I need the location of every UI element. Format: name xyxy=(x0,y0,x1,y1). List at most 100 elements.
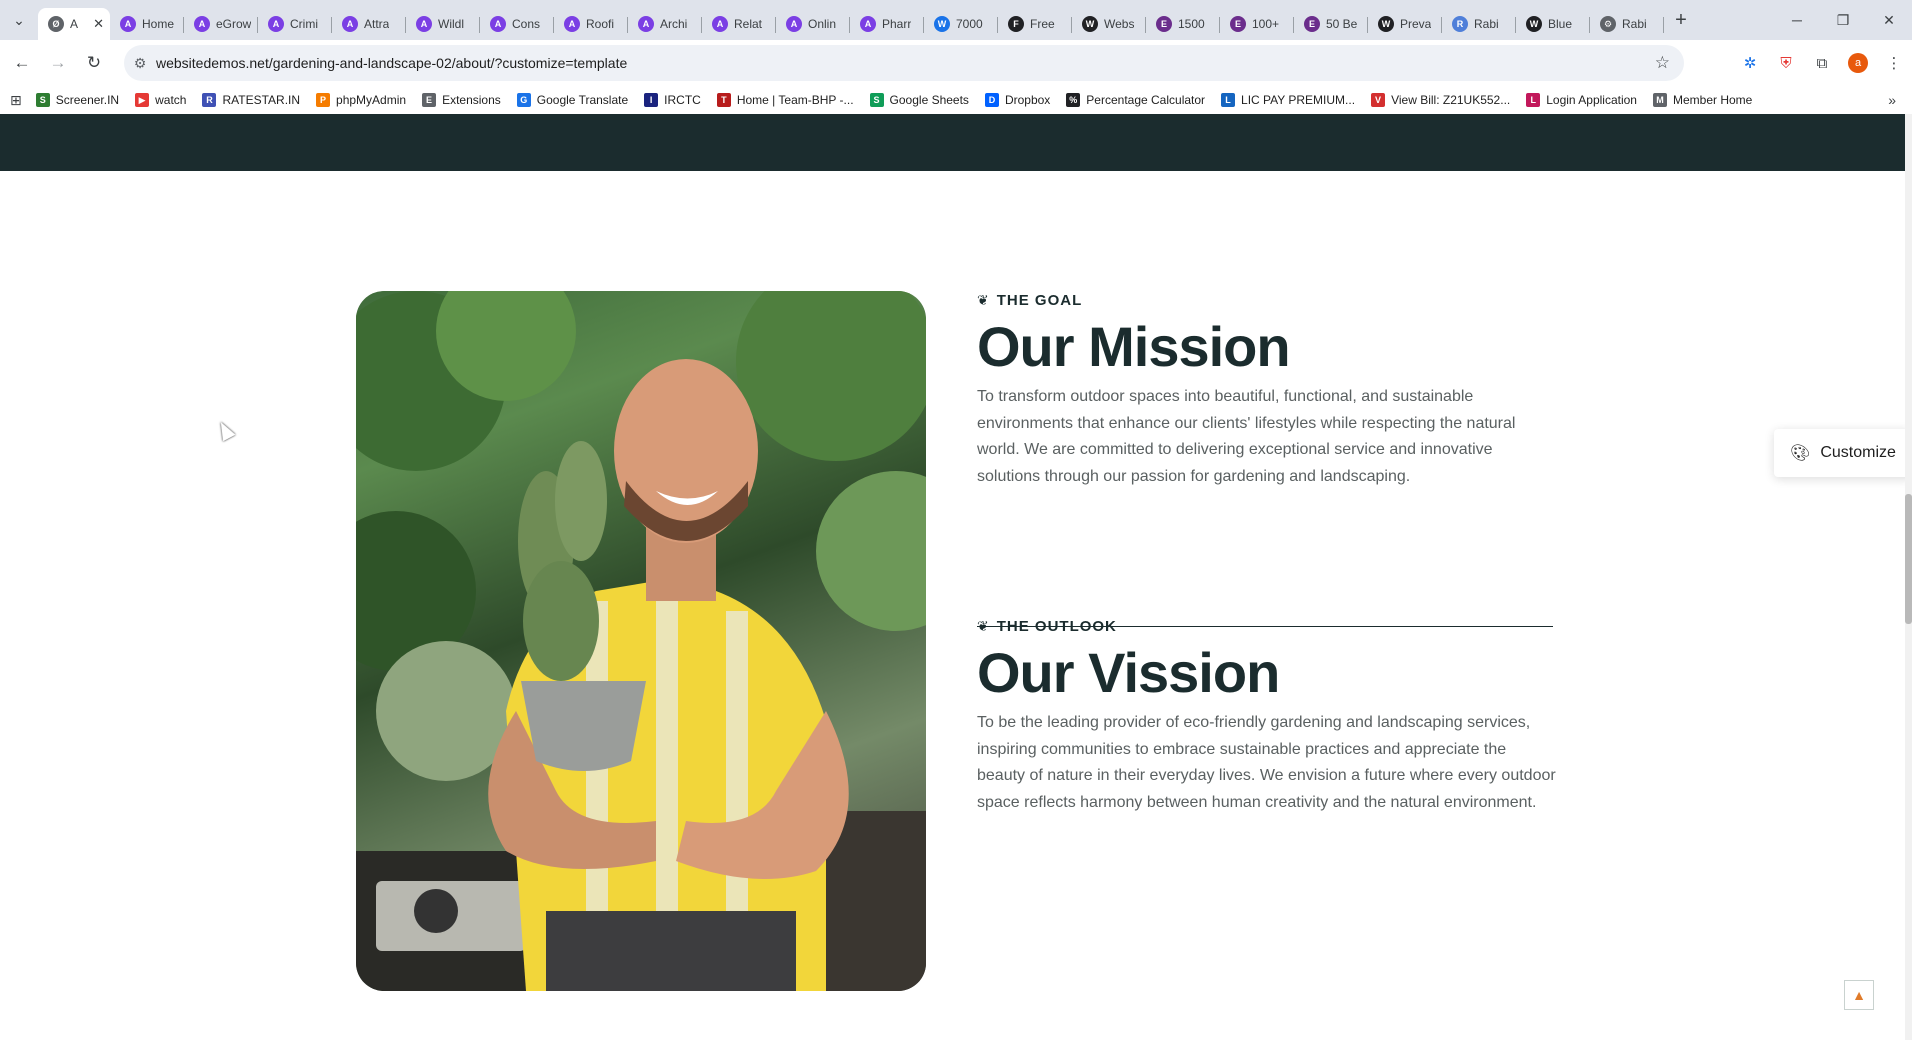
leaf-icon: ❦ xyxy=(977,292,990,308)
bookmark-favicon-icon: L xyxy=(1221,93,1236,107)
tab[interactable]: A Archi xyxy=(628,8,702,40)
goal-kicker-text: THE GOAL xyxy=(996,292,1083,309)
bookmark-label: RATESTAR.IN xyxy=(222,93,301,107)
bookmark-item[interactable]: G Google Translate xyxy=(516,93,628,107)
palette-icon: 🎨︎ xyxy=(1790,445,1811,462)
bookmarks-overflow-icon[interactable]: » xyxy=(1888,92,1896,108)
site-info-icon[interactable]: ⚙ xyxy=(124,55,156,72)
bookmark-favicon-icon: T xyxy=(716,93,731,107)
tab[interactable]: A Home xyxy=(110,8,184,40)
bookmark-item[interactable]: L Login Application xyxy=(1526,93,1637,107)
bookmark-item[interactable]: V View Bill: Z21UK552... xyxy=(1371,93,1510,107)
forward-button[interactable]: → xyxy=(40,45,76,81)
scrollbar-thumb[interactable] xyxy=(1905,494,1912,624)
bookmark-item[interactable]: S Google Sheets xyxy=(869,93,969,107)
page-viewport: ❦ THE GOAL Our Mission To transform outd… xyxy=(0,114,1912,1040)
tab[interactable]: E 100+ xyxy=(1220,8,1294,40)
new-tab-button[interactable]: + xyxy=(1664,0,1698,40)
tab-title: 100+ xyxy=(1252,17,1280,31)
tab[interactable]: A Onlin xyxy=(776,8,850,40)
tab[interactable]: A Pharr xyxy=(850,8,924,40)
bookmark-item[interactable]: D Dropbox xyxy=(984,93,1050,107)
gardener-photo xyxy=(356,291,926,991)
bookmark-item[interactable]: PphpMyAdmin xyxy=(316,93,406,107)
bookmark-favicon-icon: S xyxy=(869,93,884,107)
profile-avatar[interactable]: a xyxy=(1848,53,1868,73)
tab-favicon-icon: A xyxy=(342,16,358,32)
bookmark-item[interactable]: R RATESTAR.IN xyxy=(202,93,300,107)
bookmark-label: Screener.IN xyxy=(55,93,120,107)
tab[interactable]: W Preva xyxy=(1368,8,1442,40)
header-band xyxy=(0,114,1905,171)
tab[interactable]: A Cons xyxy=(480,8,554,40)
bookmark-favicon-icon: R xyxy=(202,93,217,107)
tab-favicon-icon: E xyxy=(1304,16,1320,32)
restore-icon[interactable]: ❐ xyxy=(1820,0,1866,40)
apps-grid-icon[interactable]: ⊞ xyxy=(10,92,22,109)
tab[interactable]: W 7000 xyxy=(924,8,998,40)
tab-favicon-icon: Ø xyxy=(48,16,64,32)
tab[interactable]: W Webs xyxy=(1072,8,1146,40)
tab[interactable]: E 50 Be xyxy=(1294,8,1368,40)
back-button[interactable]: ← xyxy=(4,45,40,81)
tab-favicon-icon: R xyxy=(1452,16,1468,32)
address-bar[interactable]: ⚙ websitedemos.net/gardening-and-landsca… xyxy=(124,45,1684,81)
tab[interactable]: A Relat xyxy=(702,8,776,40)
bookmark-item[interactable]: ▶ watch xyxy=(135,93,186,107)
mission-text: To transform outdoor spaces into beautif… xyxy=(977,388,1516,485)
close-window-icon[interactable]: ✕ xyxy=(1866,0,1912,40)
reload-button[interactable]: ↻ xyxy=(76,45,112,81)
tab-title: A xyxy=(70,17,79,31)
tab[interactable]: AeGrow xyxy=(184,8,258,40)
tab[interactable]: F Free xyxy=(998,8,1072,40)
tab-close-icon[interactable]: ✕ xyxy=(93,16,104,32)
tab[interactable]: A Wildl xyxy=(406,8,480,40)
bookmark-label: Percentage Calculator xyxy=(1086,93,1206,107)
tab[interactable]: A Crimi xyxy=(258,8,332,40)
url-text[interactable]: websitedemos.net/gardening-and-landscape… xyxy=(156,55,627,71)
tab[interactable]: E 1500 xyxy=(1146,8,1220,40)
page-scrollbar[interactable] xyxy=(1905,114,1912,1040)
extension-icon[interactable]: ✲ xyxy=(1732,48,1768,78)
bookmark-item[interactable]: L LIC PAY PREMIUM... xyxy=(1221,93,1355,107)
tab[interactable]: R Rabi xyxy=(1442,8,1516,40)
tab[interactable]: A Roofi xyxy=(554,8,628,40)
tab-title: eGrow xyxy=(216,17,252,31)
minimize-icon[interactable]: ─ xyxy=(1774,0,1820,40)
tab-favicon-icon: F xyxy=(1008,16,1024,32)
tab-strip: ⌄ Ø A ✕ A Home AeGrow A Crimi A Attra A Wildl A Cons A… xyxy=(0,0,1912,40)
browser-toolbar: ← → ↻ ⚙ websitedemos.net/gardening-and-l… xyxy=(0,40,1912,86)
tab-favicon-icon: W xyxy=(934,16,950,32)
tab[interactable]: A Attra xyxy=(332,8,406,40)
back-to-top-button[interactable]: ▲ xyxy=(1844,980,1874,1010)
bookmark-star-icon[interactable]: ☆ xyxy=(1655,53,1670,73)
puzzle-icon[interactable]: ⧉ xyxy=(1804,48,1840,78)
tab-title: 7000 xyxy=(956,17,983,31)
tab-favicon-icon: A xyxy=(638,16,654,32)
tab-favicon-icon: A xyxy=(416,16,432,32)
tab-search-icon[interactable]: ⌄ xyxy=(0,0,38,40)
tab-favicon-icon: A xyxy=(712,16,728,32)
bookmark-item[interactable]: E Extensions xyxy=(422,93,501,107)
tab-title: Roofi xyxy=(586,17,615,31)
bookmark-item[interactable]: M Member Home xyxy=(1652,93,1752,107)
bookmark-favicon-icon: ▶ xyxy=(135,93,150,107)
tab-favicon-icon: A xyxy=(268,16,284,32)
bookmark-item[interactable]: T Home | Team-BHP -... xyxy=(716,93,854,107)
customize-button[interactable]: 🎨︎ Customize xyxy=(1774,429,1912,477)
tab[interactable]: ⚙ Rabi xyxy=(1590,8,1664,40)
tab-favicon-icon: E xyxy=(1156,16,1172,32)
bookmark-label: phpMyAdmin xyxy=(336,93,407,107)
bookmark-favicon-icon: E xyxy=(422,93,437,107)
shield-extension-icon[interactable]: ⛨ xyxy=(1768,48,1804,78)
bookmark-item[interactable]: I IRCTC xyxy=(644,93,701,107)
tab[interactable]: W Blue xyxy=(1516,8,1590,40)
tab-favicon-icon: A xyxy=(490,16,506,32)
tabs-container: Ø A ✕ A Home AeGrow A Crimi A Attra A Wildl A Cons A Ro… xyxy=(38,0,1664,40)
bookmark-item[interactable]: % Percentage Calculator xyxy=(1066,93,1205,107)
tab-favicon-icon: W xyxy=(1526,16,1542,32)
tab-active[interactable]: Ø A ✕ xyxy=(38,8,110,40)
bookmark-item[interactable]: S Screener.IN xyxy=(35,93,120,107)
customize-label: Customize xyxy=(1820,444,1896,461)
menu-icon[interactable]: ⋮ xyxy=(1876,48,1912,78)
